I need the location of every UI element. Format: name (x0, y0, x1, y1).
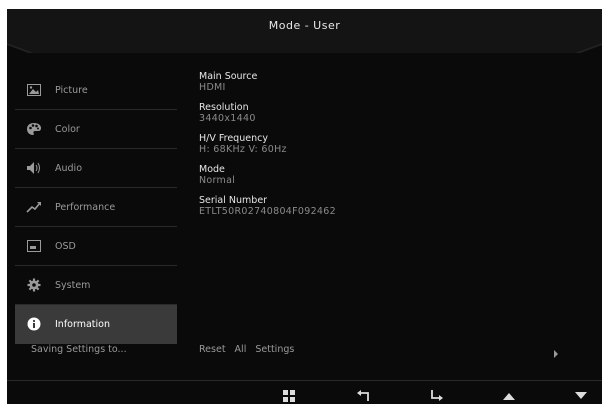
info-value: 3440x1440 (199, 113, 256, 124)
info-main-source: Main Source HDMI (199, 71, 579, 93)
page-title: Mode - User (268, 19, 341, 32)
info-value: HDMI (199, 82, 226, 93)
info-serial-number: Serial Number ETLT50R02740804F092462 (199, 195, 579, 217)
info-label: Mode (199, 164, 225, 175)
osd-window: Mode - User Picture Color Audio Performa… (7, 9, 602, 404)
info-mode: Mode Normal (199, 164, 579, 186)
sidebar-item-system[interactable]: System (15, 266, 177, 305)
sidebar-item-label: Performance (55, 201, 116, 213)
info-label: Resolution (199, 102, 249, 113)
up-arrow-icon[interactable] (500, 388, 518, 404)
footer-divider (7, 380, 602, 381)
info-icon (25, 315, 43, 333)
sidebar-item-picture[interactable]: Picture (15, 71, 177, 110)
sidebar-item-performance[interactable]: Performance (15, 188, 177, 227)
sidebar-item-label: Audio (55, 162, 83, 174)
info-resolution: Resolution 3440x1440 (199, 102, 579, 124)
sidebar-item-label: Picture (55, 84, 88, 96)
sidebar-item-information[interactable]: Information (15, 305, 177, 344)
enter-icon[interactable] (428, 388, 446, 404)
gear-icon (25, 276, 43, 294)
down-arrow-icon[interactable] (572, 388, 590, 404)
sidebar-item-label: Information (55, 318, 110, 330)
info-label: Serial Number (199, 195, 268, 206)
info-value: Normal (199, 175, 236, 186)
sidebar-item-label: System (55, 279, 91, 291)
menu-grid-icon[interactable] (280, 388, 298, 404)
sidebar-item-label: OSD (55, 240, 76, 252)
sidebar-item-osd[interactable]: OSD (15, 227, 177, 266)
info-value: ETLT50R02740804F092462 (199, 206, 336, 217)
info-hv-frequency: H/V Frequency H: 68KHz V: 60Hz (199, 133, 579, 155)
sidebar-item-audio[interactable]: Audio (15, 149, 177, 188)
sidebar-item-color[interactable]: Color (15, 110, 177, 149)
speaker-icon (25, 159, 43, 177)
palette-icon (25, 120, 43, 138)
info-label: H/V Frequency (199, 133, 268, 144)
picture-icon (25, 81, 43, 99)
information-panel: Main Source HDMI Resolution 3440x1440 H/… (199, 71, 579, 226)
info-label: Main Source (199, 71, 258, 82)
header-bar: Mode - User (7, 9, 602, 53)
saving-settings-label[interactable]: Saving Settings to... (31, 344, 127, 355)
back-icon[interactable] (355, 388, 373, 404)
sidebar-item-label: Color (55, 123, 80, 135)
sidebar: Picture Color Audio Performance OSD Syst… (15, 71, 177, 344)
info-value: H: 68KHz V: 60Hz (199, 144, 287, 155)
reset-all-settings[interactable]: Reset All Settings (199, 344, 294, 355)
performance-icon (25, 198, 43, 216)
chevron-right-icon[interactable] (553, 343, 559, 362)
osd-icon (25, 237, 43, 255)
